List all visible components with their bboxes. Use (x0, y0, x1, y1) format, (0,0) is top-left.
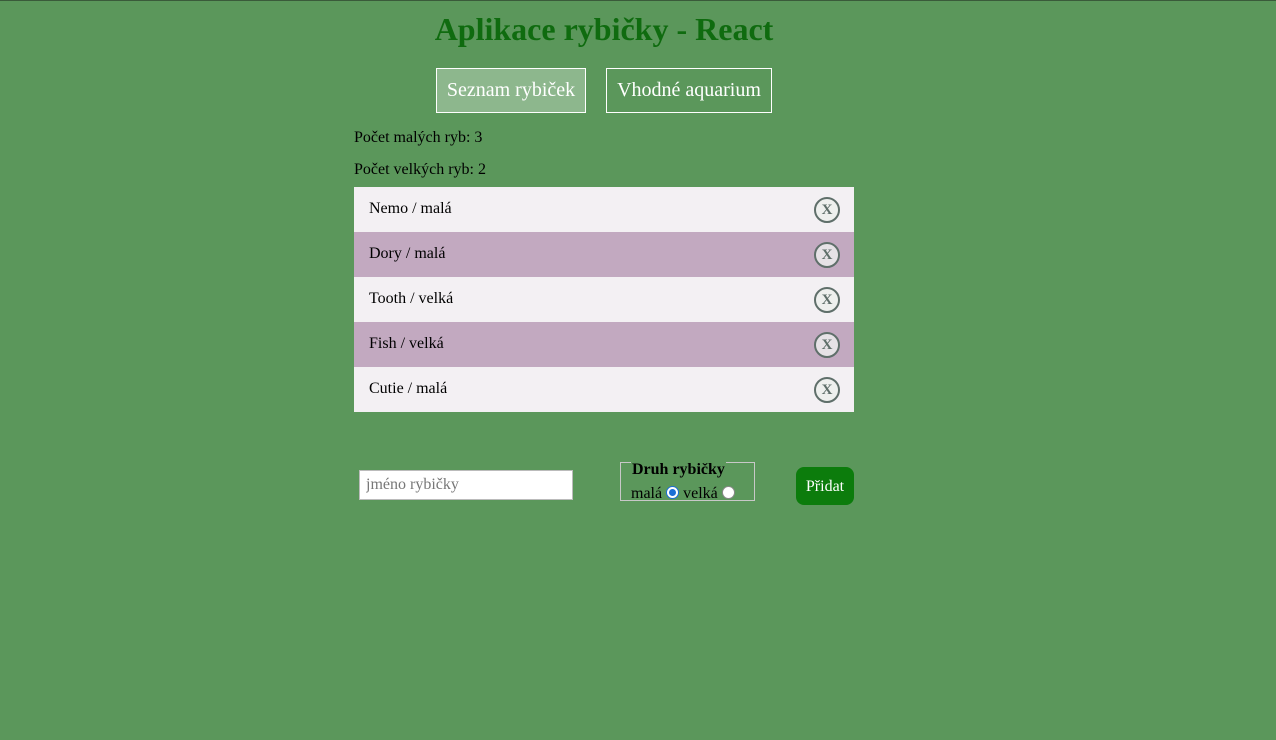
add-fish-button[interactable]: Přidat (796, 467, 854, 505)
top-border (0, 0, 1276, 1)
fish-label: Cutie / malá (369, 380, 448, 397)
small-fish-count: Počet malých ryb: 3 (354, 129, 483, 146)
fish-label: Dory / malá (369, 245, 446, 262)
list-item: Nemo / malá X (354, 187, 854, 232)
list-item: Dory / malá X (354, 232, 854, 277)
fish-label: Fish / velká (369, 335, 444, 352)
fish-type-fieldset: Druh rybičky malá velká (620, 461, 755, 503)
tab-bar: Seznam rybiček Vhodné aquarium (354, 68, 854, 113)
radio-label-big: velká (683, 485, 718, 502)
list-item: Tooth / velká X (354, 277, 854, 322)
fish-name-input[interactable] (359, 470, 573, 500)
delete-fish-button[interactable]: X (814, 197, 840, 223)
fish-label: Nemo / malá (369, 200, 452, 217)
radio-small[interactable] (666, 486, 680, 499)
delete-fish-button[interactable]: X (814, 332, 840, 358)
list-item: Cutie / malá X (354, 367, 854, 412)
fish-type-legend: Druh rybičky (631, 461, 726, 479)
radio-big[interactable] (721, 486, 735, 499)
radio-label-small: malá (631, 485, 663, 502)
add-fish-form: Druh rybičky malá velká Přidat (354, 460, 854, 520)
page-title: Aplikace rybičky - React (434, 11, 774, 47)
delete-fish-button[interactable]: X (814, 377, 840, 403)
fish-label: Tooth / velká (369, 290, 454, 307)
tab-fish-list[interactable]: Seznam rybiček (436, 68, 586, 113)
tab-suitable-aquarium[interactable]: Vhodné aquarium (606, 68, 772, 113)
fish-list: Nemo / malá X Dory / malá X Tooth / velk… (354, 187, 854, 412)
big-fish-count: Počet velkých ryb: 2 (354, 161, 486, 178)
delete-fish-button[interactable]: X (814, 242, 840, 268)
delete-fish-button[interactable]: X (814, 287, 840, 313)
list-item: Fish / velká X (354, 322, 854, 367)
fish-type-options: malá velká (631, 485, 739, 503)
